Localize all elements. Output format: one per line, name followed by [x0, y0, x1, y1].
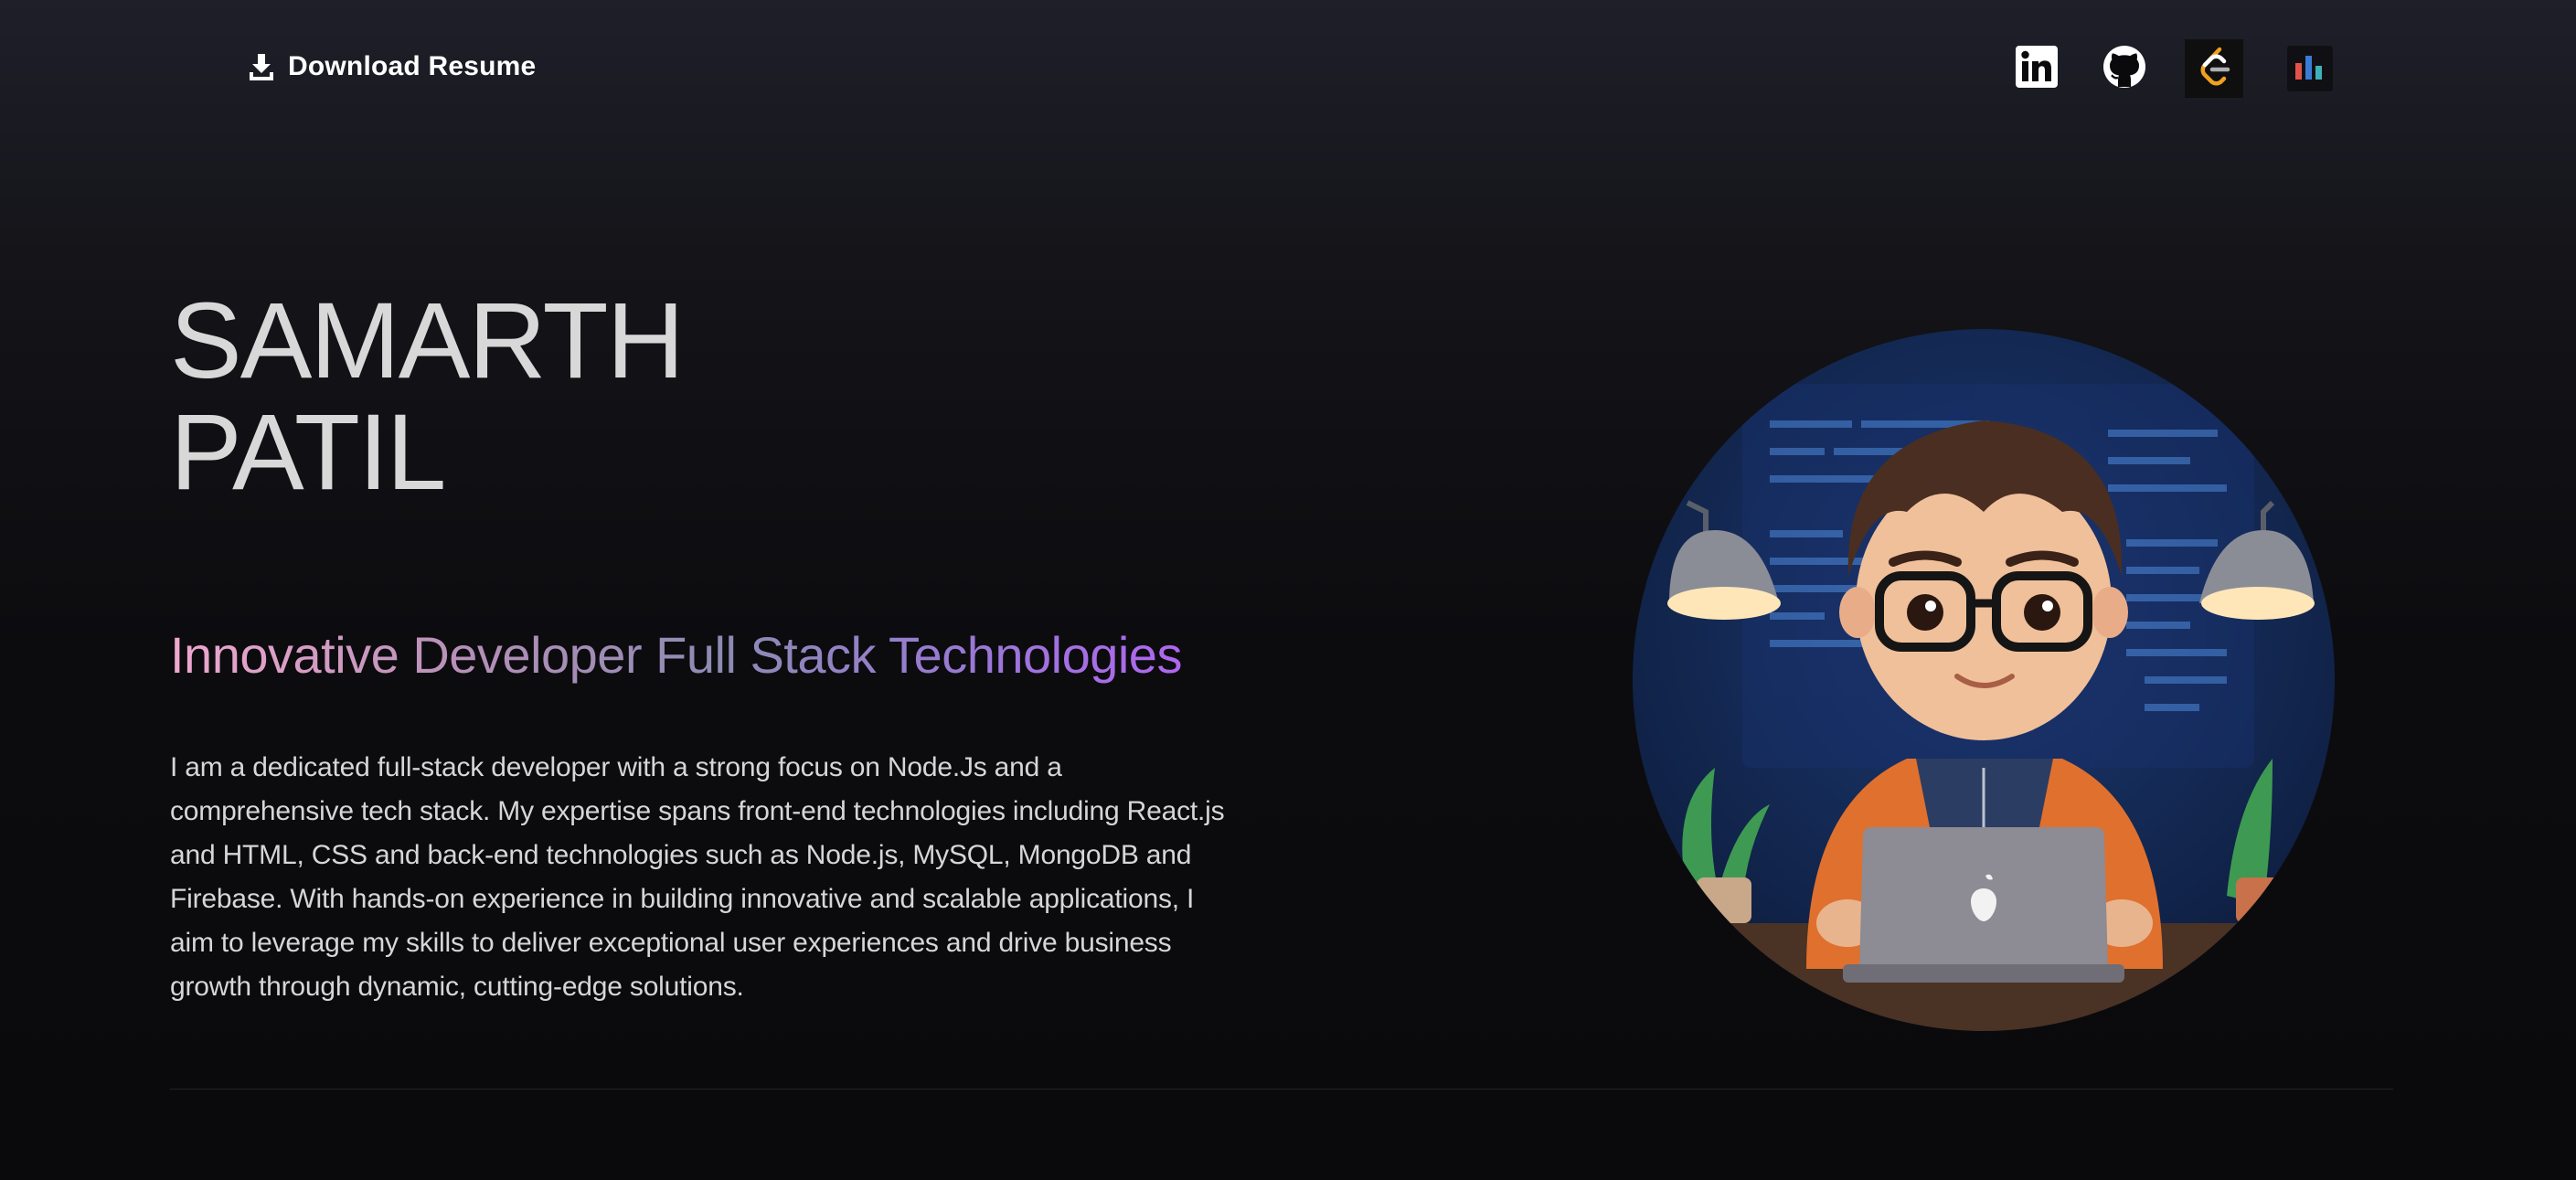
leetcode-link[interactable] [2185, 39, 2243, 98]
download-resume-button[interactable]: Download Resume [248, 48, 536, 86]
bar-chart-icon [2293, 52, 2327, 86]
github-link[interactable] [2095, 39, 2154, 98]
linkedin-icon [2016, 45, 2058, 92]
last-name: PATIL [170, 392, 446, 513]
hero-bio: I am a dedicated full-stack developer wi… [170, 752, 1225, 1002]
top-bar: Download Resume [0, 0, 2576, 133]
linkedin-link[interactable] [2007, 39, 2066, 98]
hero-tagline: Innovative Developer Full Stack Technolo… [170, 623, 1182, 687]
leetcode-icon [2196, 46, 2232, 92]
section-divider [170, 1089, 2393, 1090]
social-links [2007, 39, 2333, 98]
hero-name: SAMARTH PATIL [170, 281, 685, 513]
download-icon [248, 52, 275, 81]
stats-link[interactable] [2287, 46, 2333, 91]
download-resume-label: Download Resume [288, 51, 537, 81]
github-icon [2102, 45, 2146, 93]
profile-avatar [1633, 329, 2335, 1031]
first-name: SAMARTH [170, 281, 685, 401]
